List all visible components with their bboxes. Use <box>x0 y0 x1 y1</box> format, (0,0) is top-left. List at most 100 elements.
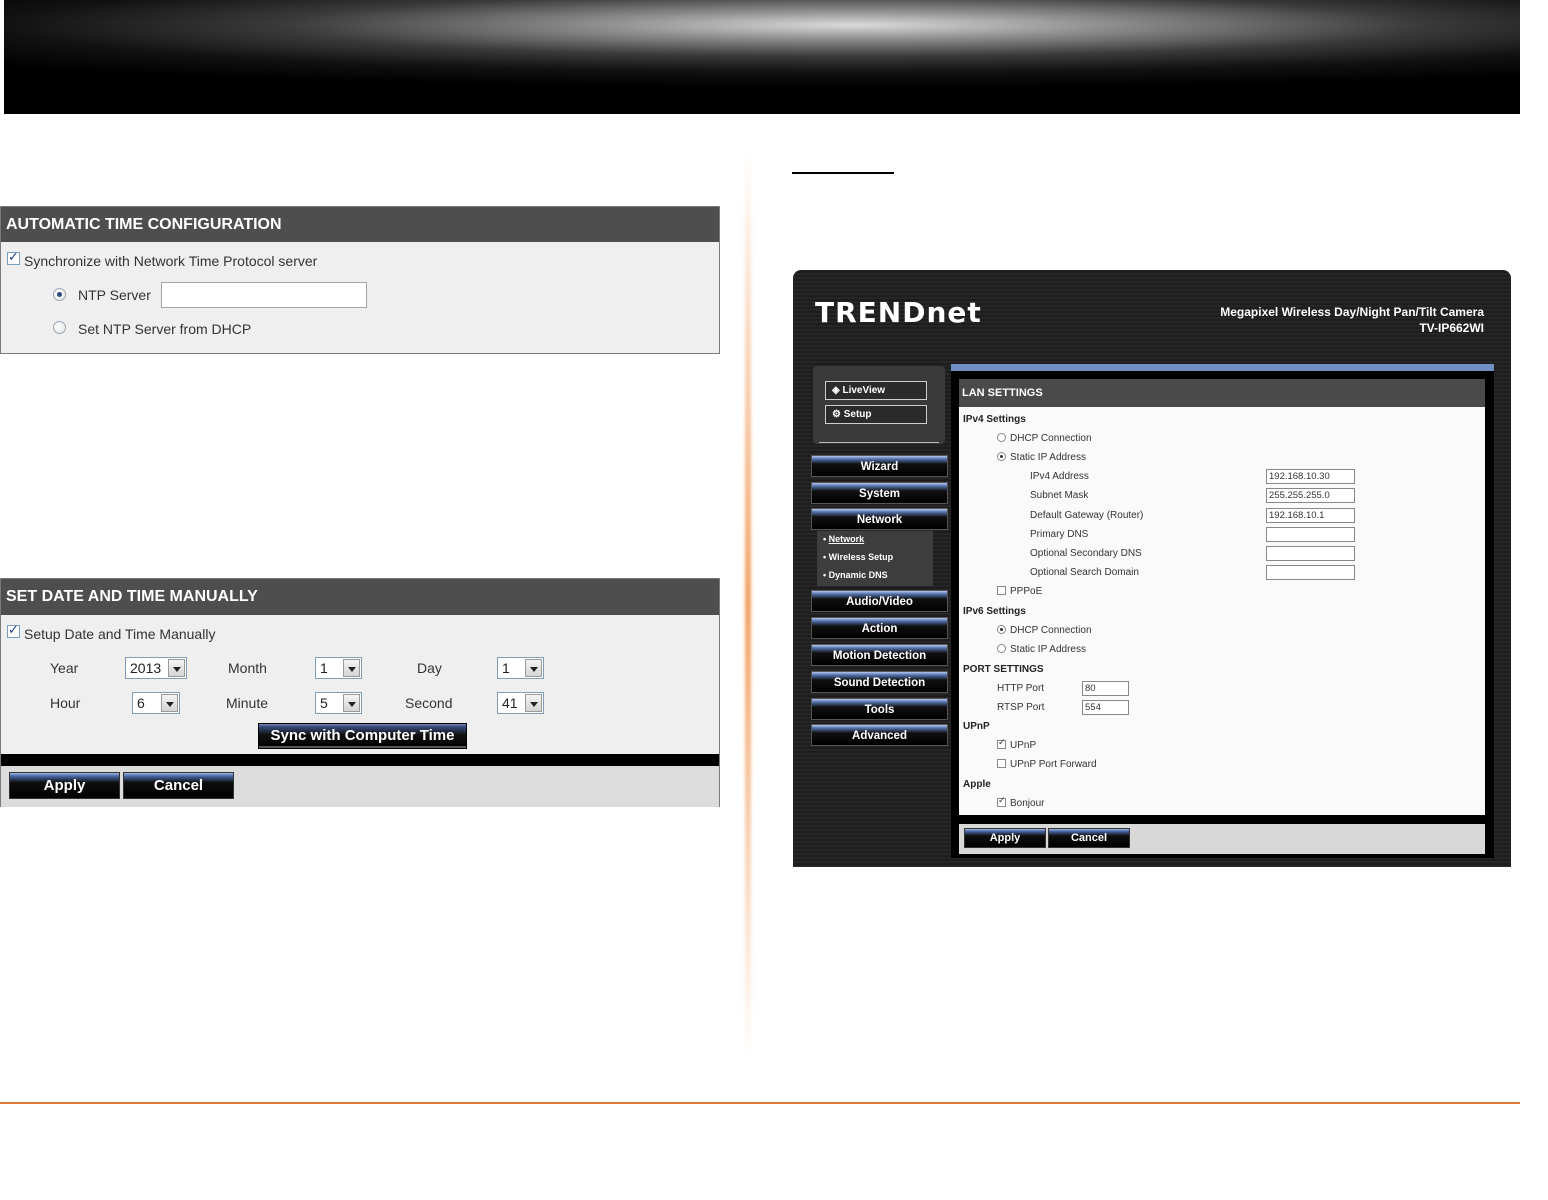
nav-action[interactable]: Action <box>811 617 948 639</box>
nav-advanced[interactable]: Advanced <box>811 724 948 746</box>
year-value: 2013 <box>130 660 162 676</box>
day-value: 1 <box>502 660 510 676</box>
ipv6-static-radio[interactable] <box>997 644 1006 653</box>
primary-dns-input[interactable] <box>1266 527 1355 542</box>
second-label: Second <box>405 695 453 711</box>
ntp-sync-checkbox[interactable] <box>7 250 20 265</box>
chevron-down-icon <box>168 659 185 677</box>
minute-select[interactable]: 5 <box>315 692 362 714</box>
gear-icon: ⚙ <box>832 409 844 420</box>
setup-label: Setup <box>843 409 872 420</box>
subnav-network[interactable]: • Network <box>823 534 864 544</box>
upnp-label: UPnP <box>1010 740 1037 751</box>
rtsp-port-input[interactable]: 554 <box>1082 700 1129 715</box>
nav-tools[interactable]: Tools <box>811 698 948 720</box>
chevron-down-icon <box>161 694 178 712</box>
year-label: Year <box>50 660 79 676</box>
trendnet-logo: TRENDnet <box>815 296 982 329</box>
primary-dns-label: Primary DNS <box>1030 529 1089 540</box>
camera-model-info: Megapixel Wireless Day/Night Pan/Tilt Ca… <box>1220 304 1484 336</box>
http-port-label: HTTP Port <box>997 683 1045 694</box>
ipv4-address-input[interactable]: 192.168.10.30 <box>1266 469 1355 484</box>
setup-button[interactable]: ⚙ Setup <box>825 405 927 424</box>
gateway-label: Default Gateway (Router) <box>1030 510 1144 521</box>
month-value: 1 <box>320 660 328 676</box>
manual-time-checkbox[interactable] <box>7 623 20 638</box>
bonjour-checkbox[interactable] <box>997 796 1006 807</box>
upnp-checkbox[interactable] <box>997 738 1006 749</box>
month-select[interactable]: 1 <box>315 657 362 679</box>
search-domain-input[interactable] <box>1266 565 1355 580</box>
footer-rule <box>0 1102 1520 1104</box>
apply-button[interactable]: Apply <box>9 772 120 799</box>
nav-system[interactable]: System <box>811 482 948 504</box>
cancel-button[interactable]: Cancel <box>123 772 234 799</box>
network-subnav: • Network • Wireless Setup • Dynamic DNS <box>817 531 933 586</box>
lan-settings-panel: LAN SETTINGS IPv4 Settings DHCP Connecti… <box>951 364 1494 858</box>
ipv6-section-title: IPv6 Settings <box>963 606 1026 617</box>
ntp-server-input[interactable] <box>161 282 367 308</box>
chevron-down-icon <box>525 659 542 677</box>
ntp-server-label: NTP Server <box>78 287 151 303</box>
manual-time-divider <box>1 754 719 766</box>
nav-audio-video[interactable]: Audio/Video <box>811 590 948 612</box>
ipv4-dhcp-label: DHCP Connection <box>1010 433 1092 444</box>
ntp-server-radio[interactable] <box>53 288 66 301</box>
manual-time-label: Setup Date and Time Manually <box>24 626 216 642</box>
ipv4-section-title: IPv4 Settings <box>963 414 1026 425</box>
chevron-down-icon <box>343 694 360 712</box>
ntp-sync-label: Synchronize with Network Time Protocol s… <box>24 253 318 269</box>
liveview-label: LiveView <box>842 385 886 396</box>
ntp-dhcp-label: Set NTP Server from DHCP <box>78 321 252 337</box>
lan-apply-button[interactable]: Apply <box>964 828 1046 848</box>
secondary-dns-input[interactable] <box>1266 546 1355 561</box>
second-select[interactable]: 41 <box>497 692 544 714</box>
subnav-wireless[interactable]: • Wireless Setup <box>823 552 893 562</box>
upnp-forward-checkbox[interactable] <box>997 759 1006 768</box>
apple-section-title: Apple <box>963 779 991 790</box>
pppoe-label: PPPoE <box>1010 586 1043 597</box>
auto-time-panel: AUTOMATIC TIME CONFIGURATION Synchronize… <box>0 206 720 354</box>
nav-motion-detection[interactable]: Motion Detection <box>811 644 948 666</box>
manual-time-panel: SET DATE AND TIME MANUALLY Setup Date an… <box>0 578 720 807</box>
product-line: Megapixel Wireless Day/Night Pan/Tilt Ca… <box>1220 305 1484 319</box>
ipv6-static-label: Static IP Address <box>1010 644 1086 655</box>
ipv4-static-radio[interactable] <box>997 452 1006 461</box>
nav-top-box: ◈ LiveView ⚙ Setup <box>813 366 945 444</box>
ipv6-dhcp-radio[interactable] <box>997 625 1006 634</box>
lan-settings-body: IPv4 Settings DHCP Connection Static IP … <box>959 407 1485 815</box>
hour-label: Hour <box>50 695 81 711</box>
ntp-dhcp-radio[interactable] <box>53 321 66 334</box>
http-port-input[interactable]: 80 <box>1082 681 1129 696</box>
search-domain-label: Optional Search Domain <box>1030 567 1139 578</box>
nav-separator <box>819 442 939 443</box>
lan-settings-title: LAN SETTINGS <box>959 379 1485 407</box>
header-banner <box>4 0 1520 114</box>
bonjour-label: Bonjour <box>1010 798 1045 809</box>
subnet-mask-label: Subnet Mask <box>1030 490 1089 501</box>
upnp-forward-label: UPnP Port Forward <box>1010 759 1097 770</box>
ipv4-dhcp-radio[interactable] <box>997 433 1006 442</box>
liveview-button[interactable]: ◈ LiveView <box>825 381 927 400</box>
subnet-mask-input[interactable]: 255.255.255.0 <box>1266 488 1355 503</box>
eye-icon: ◈ <box>832 385 843 396</box>
auto-time-title: AUTOMATIC TIME CONFIGURATION <box>1 207 719 242</box>
nav-wizard[interactable]: Wizard <box>811 455 948 477</box>
hour-select[interactable]: 6 <box>132 692 180 714</box>
pppoe-checkbox[interactable] <box>997 586 1006 595</box>
camera-lan-screenshot: TRENDnet Megapixel Wireless Day/Night Pa… <box>793 270 1511 867</box>
year-select[interactable]: 2013 <box>125 657 187 679</box>
sync-computer-time-button[interactable]: Sync with Computer Time <box>258 723 467 749</box>
ipv6-dhcp-label: DHCP Connection <box>1010 625 1092 636</box>
day-select[interactable]: 1 <box>497 657 544 679</box>
month-label: Month <box>228 660 267 676</box>
model-number: TV-IP662WI <box>1419 321 1484 335</box>
nav-network[interactable]: Network <box>811 508 948 530</box>
port-section-title: PORT SETTINGS <box>963 664 1044 675</box>
lan-cancel-button[interactable]: Cancel <box>1048 828 1130 848</box>
section-title-underline <box>792 172 894 174</box>
gateway-input[interactable]: 192.168.10.1 <box>1266 508 1355 523</box>
subnav-ddns[interactable]: • Dynamic DNS <box>823 570 888 580</box>
nav-sound-detection[interactable]: Sound Detection <box>811 671 948 693</box>
minute-value: 5 <box>320 695 328 711</box>
